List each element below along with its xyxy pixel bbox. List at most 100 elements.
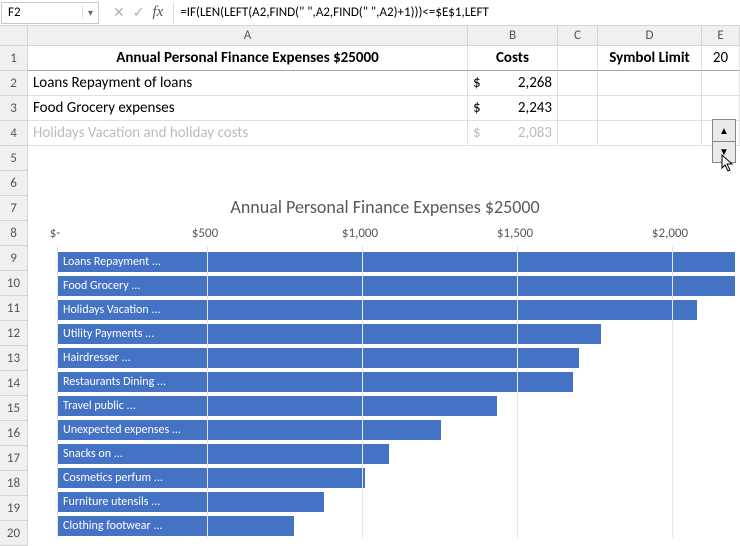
- row-2: 2 Loans Repayment of loans $2,268: [0, 71, 740, 96]
- row-1: 1 Annual Personal Finance Expenses $2500…: [0, 46, 740, 71]
- cell-b4[interactable]: $2,083: [468, 121, 558, 146]
- cell-e2[interactable]: [702, 71, 740, 96]
- formula-input[interactable]: =IF(LEN(LEFT(A2,FIND(" ",A2,FIND(" ",A2)…: [173, 2, 740, 24]
- chart-bar-row: Snacks on ...: [57, 442, 735, 466]
- row-header[interactable]: 5: [0, 146, 28, 171]
- row-header[interactable]: 11: [0, 296, 28, 321]
- chart-bar[interactable]: Restaurants Dining ...: [57, 372, 573, 392]
- chart[interactable]: Annual Personal Finance Expenses $25000 …: [35, 194, 735, 546]
- cell-a1[interactable]: Annual Personal Finance Expenses $25000: [28, 46, 468, 71]
- col-header-d[interactable]: D: [598, 26, 702, 45]
- col-header-b[interactable]: B: [468, 26, 558, 45]
- spin-up-icon[interactable]: ▲: [713, 120, 735, 142]
- axis-tick: $500: [192, 226, 218, 241]
- chart-body: Loans Repayment ... Food Grocery ... Holid…: [57, 250, 735, 538]
- chart-bar-row: Travel public ...: [57, 394, 735, 418]
- cell-c2[interactable]: [558, 71, 598, 96]
- fx-icon[interactable]: fx: [152, 4, 163, 21]
- chart-bar[interactable]: Clothing footwear ...: [57, 516, 294, 536]
- formula-bar: F2 ▾ ✕ ✓ fx =IF(LEN(LEFT(A2,FIND(" ",A2,…: [0, 0, 740, 26]
- chart-bar[interactable]: Loans Repayment ...: [57, 252, 735, 272]
- row-4: 4 Holidays Vacation and holiday costs $2…: [0, 121, 740, 146]
- column-headers: A B C D E: [0, 26, 740, 46]
- currency: $: [473, 74, 481, 92]
- row-header[interactable]: 3: [0, 96, 28, 121]
- chart-bar-row: Furniture utensils ...: [57, 490, 735, 514]
- cell-d1[interactable]: Symbol Limit: [598, 46, 702, 71]
- chart-bar-row: Clothing footwear ...: [57, 514, 735, 538]
- row-header[interactable]: 20: [0, 521, 28, 546]
- axis-tick: $1,500: [497, 226, 533, 241]
- row-header[interactable]: 7: [0, 196, 28, 221]
- name-box-dropdown-icon[interactable]: ▾: [82, 6, 98, 19]
- row-header[interactable]: 14: [0, 371, 28, 396]
- cell-a3[interactable]: Food Grocery expenses: [28, 96, 468, 121]
- cell-d4[interactable]: [598, 121, 702, 146]
- chart-bar[interactable]: Hairdresser ...: [57, 348, 579, 368]
- chart-bar-row: Utility Payments ...: [57, 322, 735, 346]
- chart-bar[interactable]: Travel public ...: [57, 396, 497, 416]
- chart-bar-row: Cosmetics perfum ...: [57, 466, 735, 490]
- currency: $: [473, 124, 481, 142]
- row-header[interactable]: 6: [0, 171, 28, 196]
- chart-bar-row: Loans Repayment ...: [57, 250, 735, 274]
- cancel-icon: ✕: [113, 4, 125, 21]
- row-header[interactable]: 16: [0, 421, 28, 446]
- chart-bar[interactable]: Cosmetics perfum ...: [57, 468, 365, 488]
- chart-bar[interactable]: Utility Payments ...: [57, 324, 601, 344]
- col-header-e[interactable]: E: [702, 26, 740, 45]
- chart-bar[interactable]: Food Grocery ...: [57, 276, 735, 296]
- cell-e3[interactable]: [702, 96, 740, 121]
- cell-c1[interactable]: [558, 46, 598, 71]
- cell-d2[interactable]: [598, 71, 702, 96]
- chart-bar-row: Food Grocery ...: [57, 274, 735, 298]
- grid: 1 Annual Personal Finance Expenses $2500…: [0, 46, 740, 546]
- row-header[interactable]: 19: [0, 496, 28, 521]
- chart-bar-row: Holidays Vacation ...: [57, 298, 735, 322]
- row-header[interactable]: 9: [0, 246, 28, 271]
- row-header[interactable]: 18: [0, 471, 28, 496]
- row-header[interactable]: 1: [0, 46, 28, 71]
- axis-tick: $1,000: [342, 226, 378, 241]
- name-box-text[interactable]: F2: [2, 5, 82, 20]
- chart-bar-row: Unexpected expenses ...: [57, 418, 735, 442]
- cell-b3[interactable]: $2,243: [468, 96, 558, 121]
- select-all-corner[interactable]: [0, 26, 28, 45]
- row-header[interactable]: 10: [0, 271, 28, 296]
- currency: $: [473, 99, 481, 117]
- row-header[interactable]: 2: [0, 71, 28, 96]
- cell-a4[interactable]: Holidays Vacation and holiday costs: [28, 121, 468, 146]
- cell-a2[interactable]: Loans Repayment of loans: [28, 71, 468, 96]
- chart-bar[interactable]: Snacks on ...: [57, 444, 389, 464]
- chart-bar-row: Hairdresser ...: [57, 346, 735, 370]
- cell-d3[interactable]: [598, 96, 702, 121]
- spin-control[interactable]: ▲ ▼: [712, 119, 736, 163]
- value: 2,083: [518, 124, 552, 142]
- cell-e1[interactable]: 20: [702, 46, 740, 71]
- row-header[interactable]: 17: [0, 446, 28, 471]
- row-header[interactable]: 12: [0, 321, 28, 346]
- name-box[interactable]: F2 ▾: [1, 2, 99, 24]
- chart-title: Annual Personal Finance Expenses $25000: [35, 194, 735, 226]
- col-header-a[interactable]: A: [28, 26, 468, 45]
- chart-bar-row: Restaurants Dining ...: [57, 370, 735, 394]
- chart-bar[interactable]: Holidays Vacation ...: [57, 300, 697, 320]
- col-header-c[interactable]: C: [558, 26, 598, 45]
- cell-c3[interactable]: [558, 96, 598, 121]
- row-header[interactable]: 4: [0, 121, 28, 146]
- axis-tick: $-: [50, 226, 61, 241]
- chart-x-axis: $- $500 $1,000 $1,500 $2,000: [55, 226, 735, 248]
- row-header[interactable]: 15: [0, 396, 28, 421]
- cell-c4[interactable]: [558, 121, 598, 146]
- formula-controls: ✕ ✓ fx: [103, 4, 173, 21]
- enter-icon: ✓: [133, 4, 145, 21]
- row-header[interactable]: 13: [0, 346, 28, 371]
- row-header[interactable]: 8: [0, 221, 28, 246]
- cell-b2[interactable]: $2,268: [468, 71, 558, 96]
- cell-b1[interactable]: Costs: [468, 46, 558, 71]
- spin-down-icon[interactable]: ▼: [713, 142, 735, 163]
- axis-tick: $2,000: [652, 226, 688, 241]
- chart-bar[interactable]: Unexpected expenses ...: [57, 420, 441, 440]
- value: 2,243: [518, 99, 552, 117]
- chart-bar[interactable]: Furniture utensils ...: [57, 492, 324, 512]
